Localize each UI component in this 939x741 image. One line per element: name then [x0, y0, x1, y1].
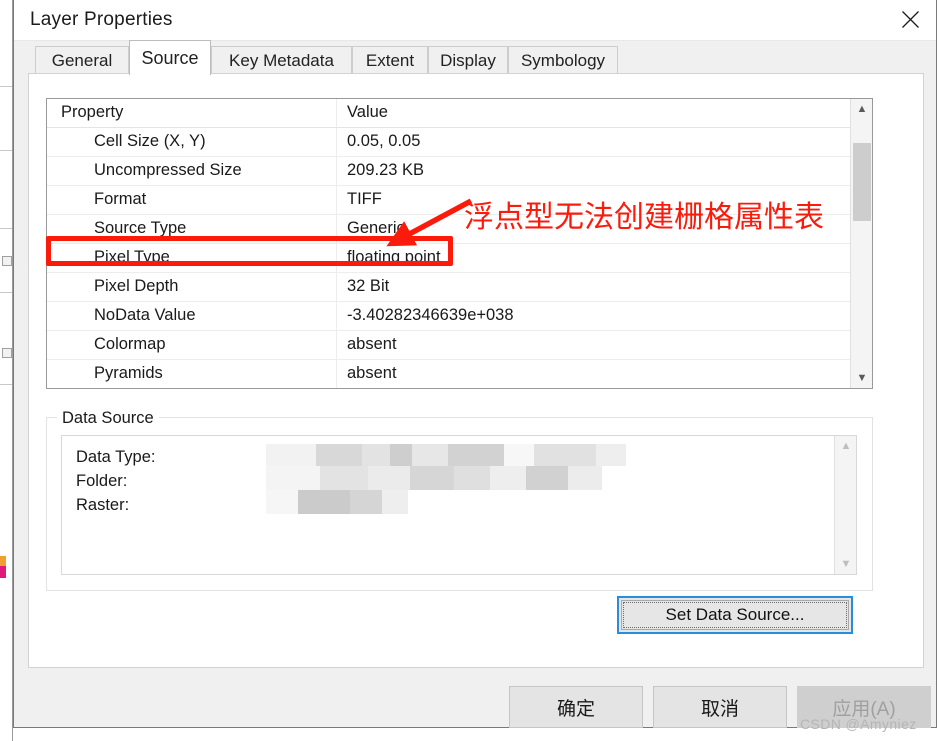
table-row[interactable]: Colormap absent: [47, 331, 850, 360]
bg-layer-icon: [2, 348, 12, 358]
tab-extent[interactable]: Extent: [352, 46, 428, 74]
table-row[interactable]: Cell Size (X, Y) 0.05, 0.05: [47, 128, 850, 157]
watermark: CSDN @Amyniez: [800, 716, 917, 732]
redacted-path-values: [266, 444, 626, 514]
cell-property: Uncompressed Size: [94, 161, 242, 179]
table-row-pixel-type[interactable]: Pixel Type floating point: [47, 244, 850, 273]
cell-property: Source Type: [94, 219, 187, 237]
cell-value: Generic: [347, 219, 405, 237]
tab-source[interactable]: Source: [129, 40, 211, 75]
property-grid[interactable]: Property Value Cell Size (X, Y) 0.05, 0.…: [46, 98, 873, 389]
chevron-down-icon[interactable]: ▼: [835, 554, 856, 574]
table-row[interactable]: Pixel Depth 32 Bit: [47, 273, 850, 302]
cell-value: 209.23 KB: [347, 161, 425, 179]
tab-display[interactable]: Display: [428, 46, 508, 74]
cell-value: 32 Bit: [347, 277, 390, 295]
cell-value: -3.40282346639e+038: [347, 306, 514, 324]
page-title: Layer Properties: [30, 9, 173, 30]
column-divider: [336, 157, 337, 185]
cell-value: floating point: [347, 248, 441, 266]
close-icon[interactable]: [884, 0, 936, 39]
chevron-up-icon[interactable]: ▲: [851, 99, 872, 119]
bg-color-swatch: [0, 556, 6, 566]
data-source-textbox[interactable]: Data Type: Folder: Raster: ▲ ▼: [61, 435, 857, 575]
cell-property: Cell Size (X, Y): [94, 132, 206, 150]
cell-property: NoData Value: [94, 306, 196, 324]
set-data-source-button[interactable]: Set Data Source...: [621, 600, 849, 630]
bg-color-swatch: [0, 566, 6, 578]
column-divider: [336, 99, 337, 127]
bg-divider: [0, 228, 12, 229]
column-divider: [336, 302, 337, 330]
cell-property: Format: [94, 190, 147, 208]
layer-properties-dialog: Layer Properties General Source Key Meta…: [13, 0, 937, 728]
tab-bar: General Source Key Metadata Extent Displ…: [28, 40, 924, 75]
title-bar: Layer Properties: [14, 0, 936, 41]
cell-value: TIFF: [347, 190, 382, 208]
column-divider: [336, 244, 337, 272]
tab-key-metadata[interactable]: Key Metadata: [211, 46, 352, 74]
column-header-value: Value: [347, 103, 388, 121]
column-divider: [336, 331, 337, 359]
bg-divider: [0, 292, 12, 293]
data-source-legend: Data Source: [57, 409, 159, 428]
cell-property: Pixel Depth: [94, 277, 179, 295]
cell-value: absent: [347, 364, 397, 382]
data-source-group: Data Source Data Type: Folder: Raster: ▲…: [46, 409, 873, 591]
cell-property: Pyramids: [94, 364, 163, 382]
cell-property: Colormap: [94, 335, 166, 353]
property-grid-scrollbar[interactable]: ▲ ▼: [850, 99, 872, 388]
cell-value: 0.05, 0.05: [347, 132, 421, 150]
column-header-property: Property: [61, 103, 124, 121]
bg-divider: [0, 150, 12, 151]
set-data-source-label: Set Data Source...: [665, 605, 805, 624]
tab-symbology[interactable]: Symbology: [508, 46, 618, 74]
scrollbar-thumb[interactable]: [853, 143, 871, 221]
bg-divider: [0, 86, 12, 87]
table-row[interactable]: Uncompressed Size 209.23 KB: [47, 157, 850, 186]
chevron-up-icon[interactable]: ▲: [835, 436, 856, 456]
chevron-down-icon[interactable]: ▼: [851, 368, 872, 388]
background-app-strip: [0, 0, 13, 741]
cell-property: Pixel Type: [94, 248, 170, 266]
column-divider: [336, 215, 337, 243]
source-tab-panel: Property Value Cell Size (X, Y) 0.05, 0.…: [28, 73, 924, 668]
table-row[interactable]: Pyramids absent: [47, 360, 850, 388]
cell-value: absent: [347, 335, 397, 353]
cancel-button[interactable]: 取消: [653, 686, 787, 728]
table-row[interactable]: Format TIFF: [47, 186, 850, 215]
property-grid-rows: Property Value Cell Size (X, Y) 0.05, 0.…: [47, 99, 850, 388]
column-divider: [336, 360, 337, 388]
table-header-row: Property Value: [47, 99, 850, 128]
column-divider: [336, 273, 337, 301]
column-divider: [336, 186, 337, 214]
bg-divider: [0, 384, 12, 385]
bg-layer-icon: [2, 256, 12, 266]
set-data-source-focus-ring: Set Data Source...: [617, 596, 853, 634]
table-row[interactable]: NoData Value -3.40282346639e+038: [47, 302, 850, 331]
ok-button[interactable]: 确定: [509, 686, 643, 728]
data-source-scrollbar[interactable]: ▲ ▼: [834, 436, 856, 574]
column-divider: [336, 128, 337, 156]
table-row[interactable]: Source Type Generic: [47, 215, 850, 244]
tab-general[interactable]: General: [35, 46, 129, 74]
